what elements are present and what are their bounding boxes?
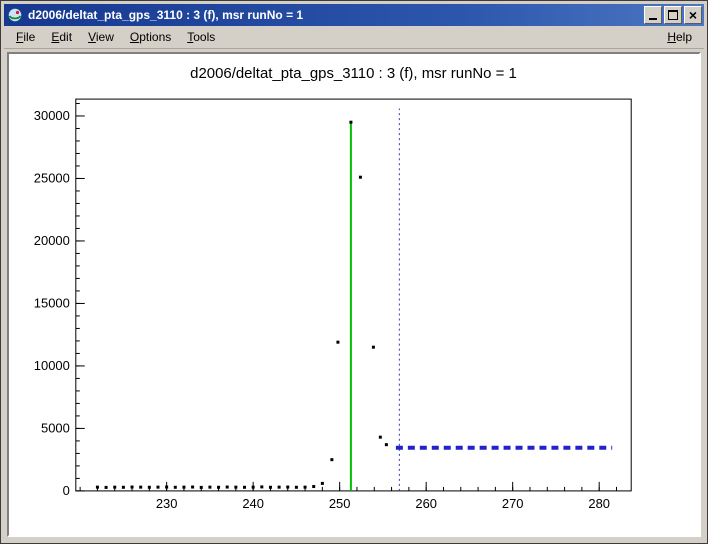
- menu-help[interactable]: Help: [659, 27, 700, 47]
- data-points: [96, 121, 388, 489]
- close-button[interactable]: ×: [684, 6, 702, 24]
- histogram-plot[interactable]: d2006/deltat_pta_gps_3110 : 3 (f), msr r…: [9, 54, 699, 535]
- x-tick-label: 230: [156, 496, 178, 511]
- app-window: d2006/deltat_pta_gps_3110 : 3 (f), msr r…: [0, 0, 708, 544]
- canvas-area: d2006/deltat_pta_gps_3110 : 3 (f), msr r…: [4, 49, 704, 540]
- x-tick-label: 280: [588, 496, 610, 511]
- y-tick-label: 0: [63, 483, 70, 498]
- menu-file[interactable]: File: [8, 27, 43, 47]
- menu-options[interactable]: Options: [122, 27, 179, 47]
- x-tick-label: 250: [329, 496, 351, 511]
- x-tick-label: 260: [415, 496, 437, 511]
- y-tick-label: 20000: [34, 233, 70, 248]
- axes-ticks: [76, 103, 617, 490]
- y-tick-label: 10000: [34, 358, 70, 373]
- close-icon: ×: [689, 8, 697, 22]
- plot-title: d2006/deltat_pta_gps_3110 : 3 (f), msr r…: [190, 65, 517, 82]
- x-tick-label: 240: [242, 496, 264, 511]
- menubar: FileEditViewOptionsTools Help: [4, 26, 704, 49]
- y-tick-label: 15000: [34, 295, 70, 310]
- menu-view[interactable]: View: [80, 27, 122, 47]
- minimize-button[interactable]: [644, 6, 662, 24]
- menu-tools[interactable]: Tools: [179, 27, 223, 47]
- maximize-icon: [668, 10, 678, 20]
- x-tick-label: 270: [502, 496, 524, 511]
- menu-edit[interactable]: Edit: [43, 27, 80, 47]
- y-tick-label: 30000: [34, 108, 70, 123]
- minimize-icon: [649, 18, 657, 20]
- window-title: d2006/deltat_pta_gps_3110 : 3 (f), msr r…: [28, 8, 642, 22]
- plot-canvas[interactable]: d2006/deltat_pta_gps_3110 : 3 (f), msr r…: [7, 52, 701, 537]
- plot-frame: [76, 99, 631, 491]
- maximize-button[interactable]: [664, 6, 682, 24]
- y-tick-label: 5000: [41, 420, 70, 435]
- app-icon: [7, 7, 23, 23]
- window-titlebar[interactable]: d2006/deltat_pta_gps_3110 : 3 (f), msr r…: [4, 4, 704, 26]
- y-tick-label: 25000: [34, 170, 70, 185]
